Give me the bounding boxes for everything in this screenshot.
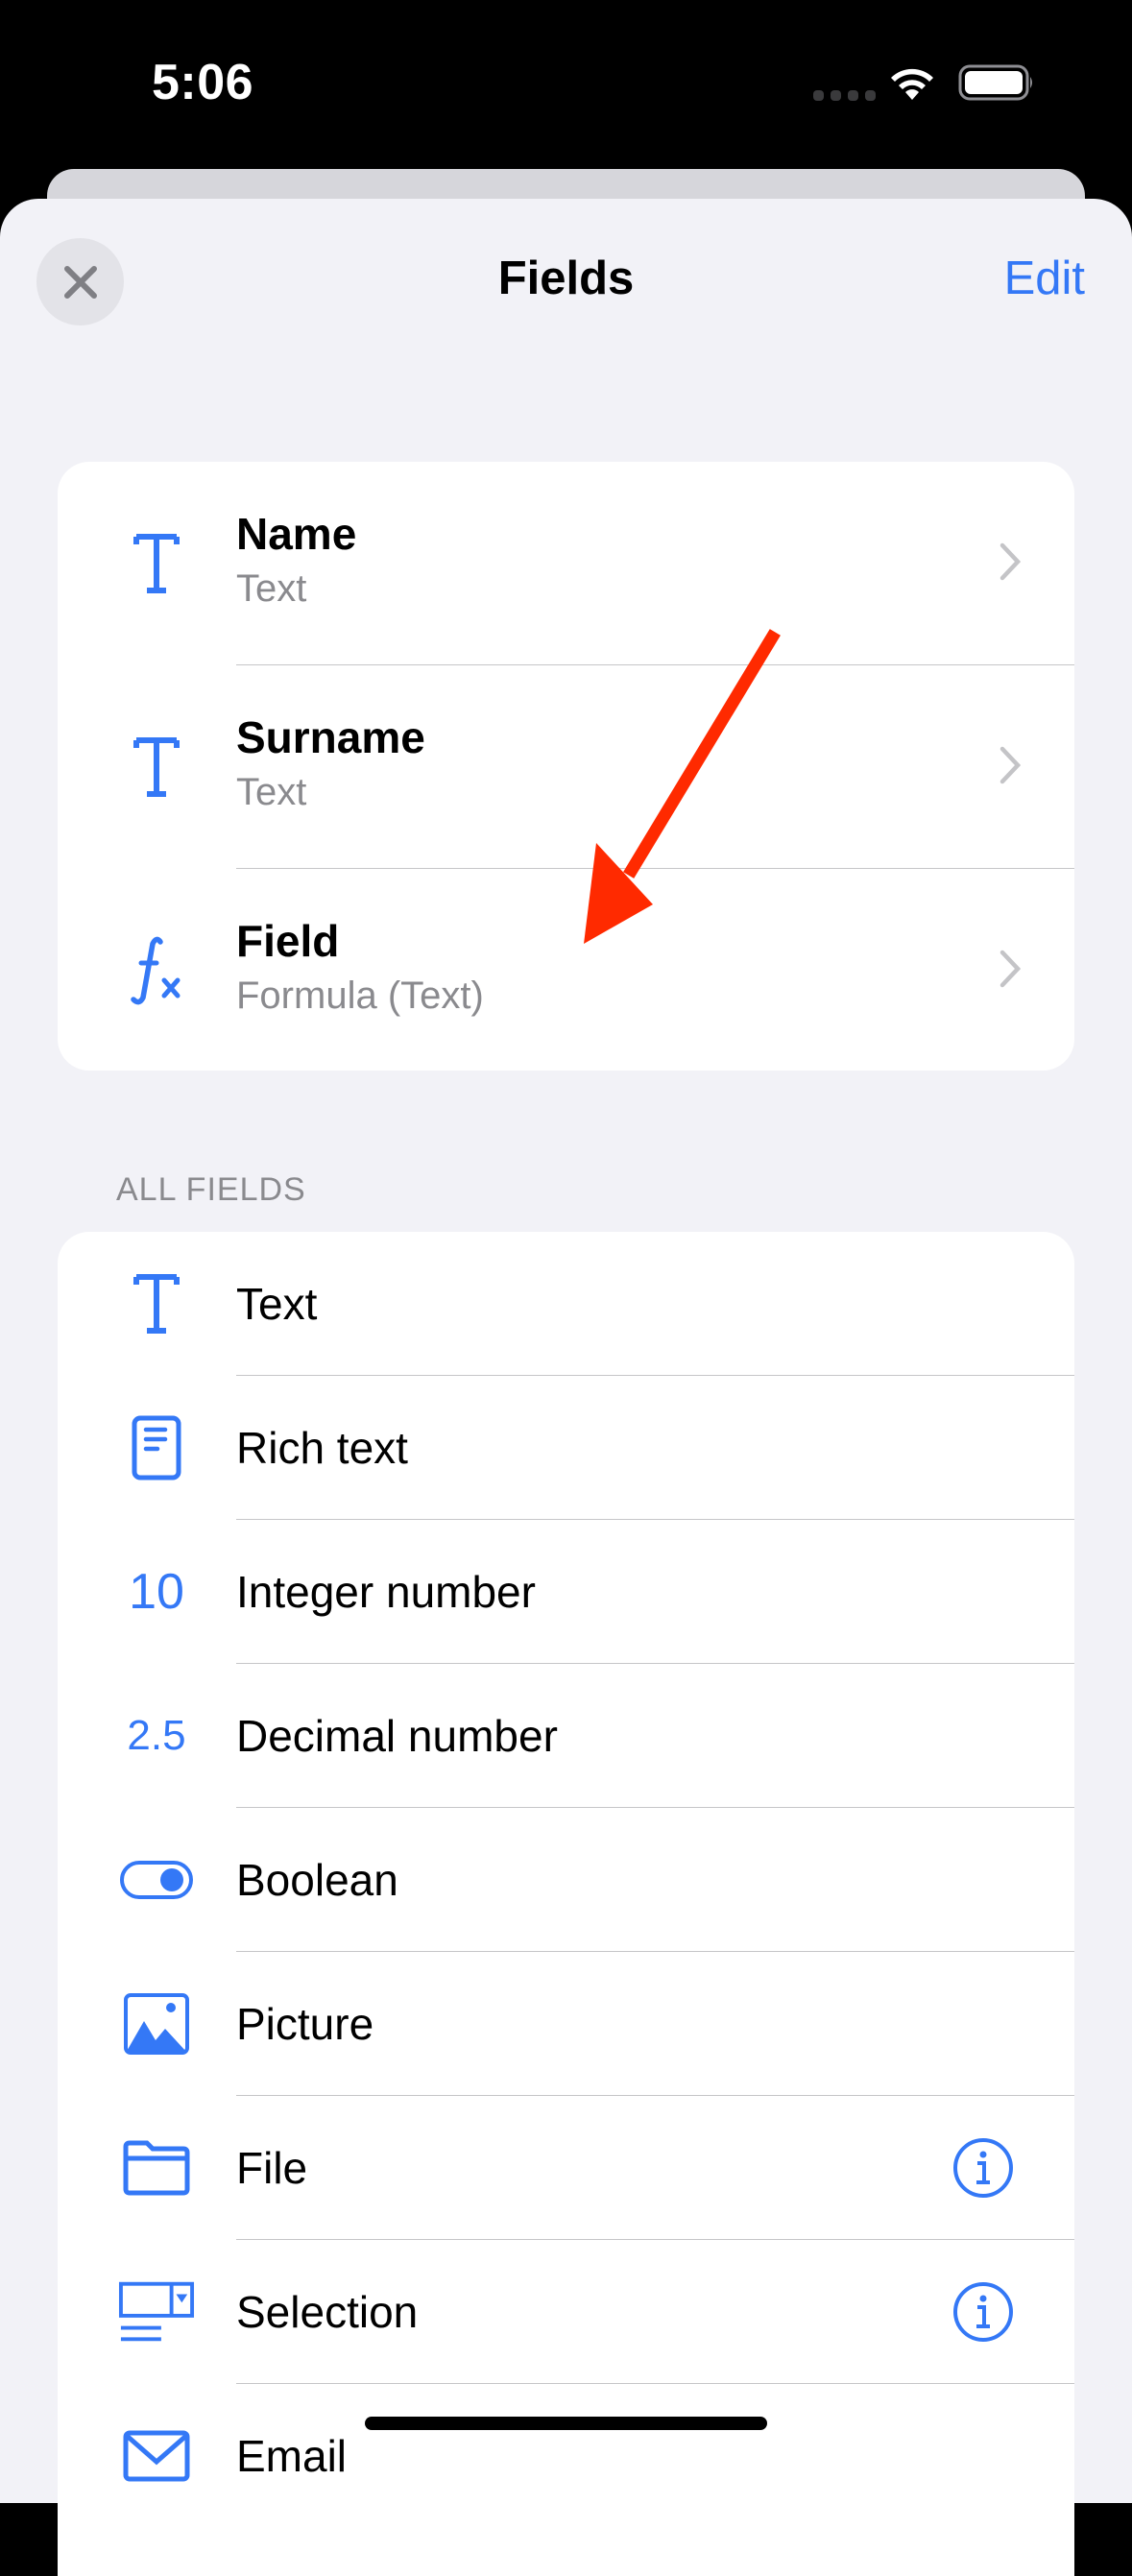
chevron-right-icon xyxy=(1000,746,1021,784)
folder-icon xyxy=(118,2130,195,2206)
integer-icon-text: 10 xyxy=(129,1564,184,1620)
field-row-surname[interactable]: Surname Text xyxy=(58,665,1074,869)
field-title: Field xyxy=(236,916,340,966)
field-type-label: Selection xyxy=(236,2287,419,2337)
chevron-right-icon xyxy=(1000,542,1021,581)
field-type-label: Text xyxy=(236,1279,318,1329)
field-type-label: Boolean xyxy=(236,1855,398,1905)
home-indicator[interactable] xyxy=(365,2417,767,2430)
field-type-email[interactable]: Email xyxy=(58,2384,1074,2528)
page-title: Fields xyxy=(497,253,635,304)
decimal-icon: 2.5 xyxy=(118,1697,195,1774)
toggle-icon xyxy=(118,1842,195,1918)
wifi-icon xyxy=(891,68,933,100)
field-type: Text xyxy=(236,771,307,813)
field-title: Name xyxy=(236,509,357,559)
field-type-text[interactable]: Text xyxy=(58,1232,1074,1376)
field-type-label: File xyxy=(236,2143,308,2193)
field-type: Text xyxy=(236,567,307,610)
info-icon[interactable] xyxy=(951,2280,1015,2344)
status-bar: 5:06 xyxy=(0,0,1132,169)
current-fields-list: Name Text Surname Text Field Formula (Te… xyxy=(58,462,1074,1071)
field-type-integer[interactable]: 10 Integer number xyxy=(58,1520,1074,1664)
decimal-icon-text: 2.5 xyxy=(127,1712,186,1759)
status-time: 5:06 xyxy=(152,55,254,110)
field-type: Formula (Text) xyxy=(236,975,484,1017)
field-type-boolean[interactable]: Boolean xyxy=(58,1808,1074,1952)
field-type-decimal[interactable]: 2.5 Decimal number xyxy=(58,1664,1074,1808)
field-type-label: Rich text xyxy=(236,1423,408,1473)
picture-icon xyxy=(118,1986,195,2062)
envelope-icon xyxy=(118,2418,195,2494)
selection-icon xyxy=(118,2274,195,2350)
field-type-label: Decimal number xyxy=(236,1711,558,1761)
field-type-rich-text[interactable]: Rich text xyxy=(58,1376,1074,1520)
section-header-all-fields: ALL FIELDS xyxy=(116,1171,306,1208)
field-type-picture[interactable]: Picture xyxy=(58,1952,1074,2096)
formula-icon xyxy=(118,932,195,1009)
field-type-label: Picture xyxy=(236,1999,374,2049)
all-fields-list: Text Rich text 10 Integer number 2.5 Dec… xyxy=(58,1232,1074,2576)
edit-button[interactable]: Edit xyxy=(1004,252,1085,305)
rich-text-icon xyxy=(118,1409,195,1486)
battery-icon xyxy=(958,64,1032,101)
field-type-label: Email xyxy=(236,2431,348,2481)
field-type-label: Integer number xyxy=(236,1567,536,1617)
chevron-right-icon xyxy=(1000,950,1021,988)
integer-icon: 10 xyxy=(118,1553,195,1630)
field-type-selection[interactable]: Selection xyxy=(58,2240,1074,2384)
field-row-name[interactable]: Name Text xyxy=(58,462,1074,665)
text-icon xyxy=(118,729,195,806)
field-row-field[interactable]: Field Formula (Text) xyxy=(58,869,1074,1071)
text-icon xyxy=(118,1265,195,1342)
field-type-file[interactable]: File xyxy=(58,2096,1074,2240)
field-title: Surname xyxy=(236,712,425,762)
text-icon xyxy=(118,525,195,602)
cellular-signal-icon xyxy=(813,90,876,101)
info-icon[interactable] xyxy=(951,2136,1015,2200)
